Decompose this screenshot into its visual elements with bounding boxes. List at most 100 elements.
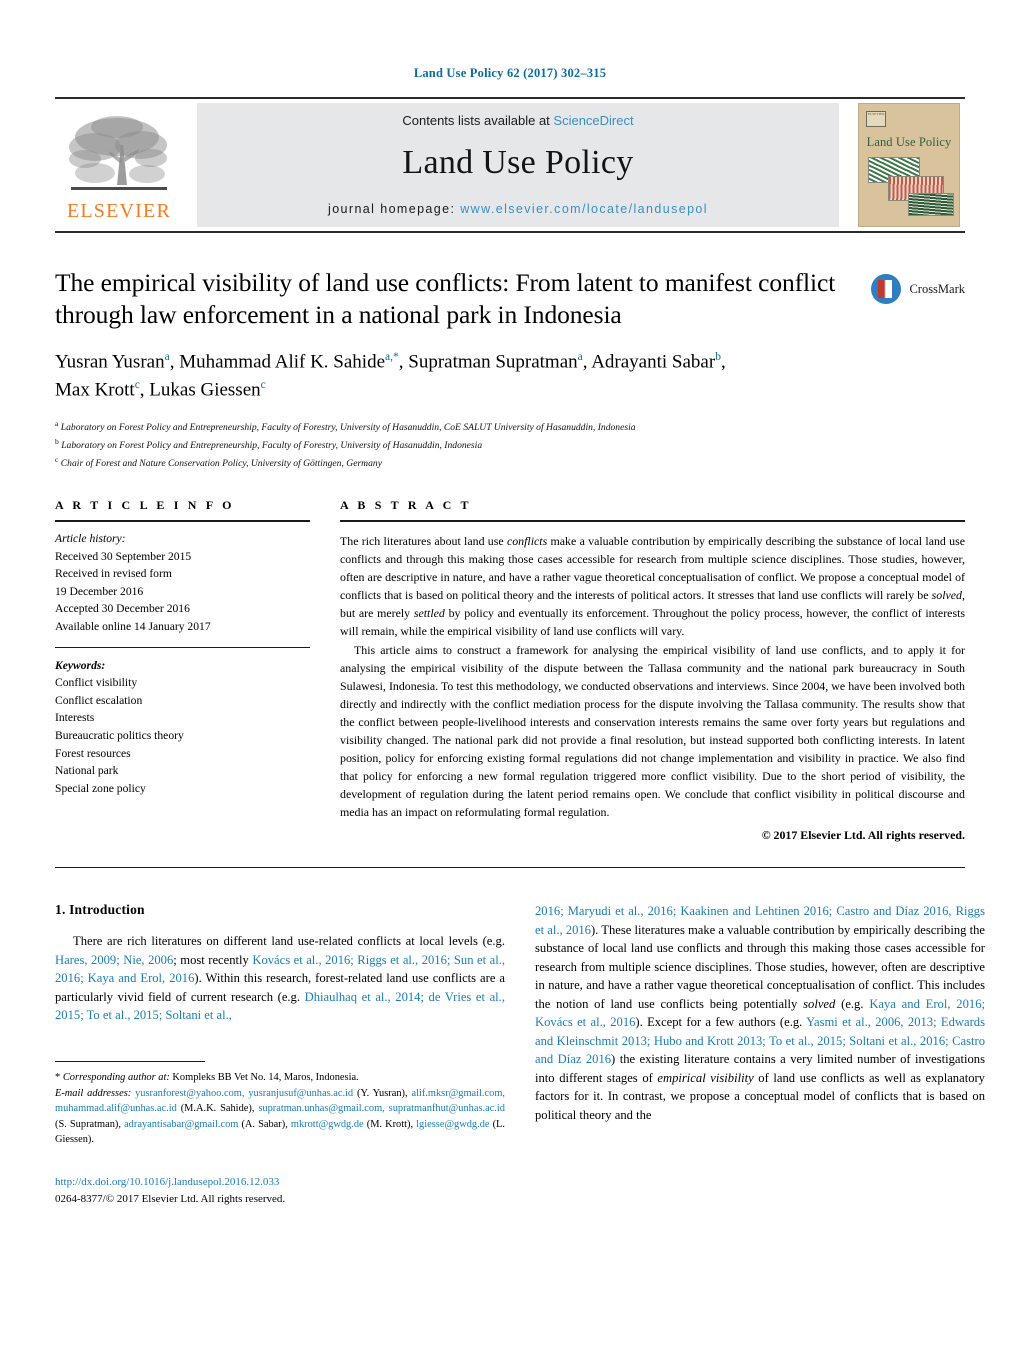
crossmark-badge[interactable]: CrossMark: [870, 273, 965, 305]
email-owner: (A. Sabar),: [238, 1118, 291, 1130]
keyword-item: Special zone policy: [55, 781, 146, 795]
elsevier-tree-icon: [65, 111, 173, 199]
history-item: 19 December 2016: [55, 584, 144, 598]
section-title-introduction: 1. Introduction: [55, 902, 145, 918]
journal-cover-thumbnail: ELSEVIER Land Use Policy: [858, 103, 960, 227]
paragraph-text: (e.g.: [835, 996, 870, 1011]
history-item: Received in revised form: [55, 567, 172, 581]
abstract-emphasis: conflicts: [506, 533, 548, 548]
email-link[interactable]: mkrott@gwdg.de: [291, 1119, 364, 1130]
corresponding-author-label: Corresponding author at:: [62, 1071, 170, 1083]
affiliation-item: a Laboratory on Forest Policy and Entrep…: [55, 418, 636, 434]
journal-banner: ELSEVIER Contents lists available at Sci…: [55, 97, 965, 227]
email-link[interactable]: lgiesse@gwdg.de: [416, 1119, 489, 1130]
homepage-prefix: journal homepage:: [328, 201, 461, 216]
abstract-paragraph: The rich literatures about land use conf…: [340, 532, 965, 641]
journal-cover-area: ELSEVIER Land Use Policy: [853, 103, 965, 227]
running-head: Land Use Policy 62 (2017) 302–315: [413, 66, 607, 80]
abstract-copyright: © 2017 Elsevier Ltd. All rights reserved…: [761, 828, 965, 843]
abstract-paragraph: This article aims to construct a framewo…: [340, 642, 965, 820]
email-owner: (S. Supratman),: [55, 1118, 125, 1130]
elsevier-wordmark: ELSEVIER: [66, 200, 172, 222]
paragraph-text: ). Except for a few authors (e.g.: [635, 1015, 807, 1030]
paragraph-emphasis: solved: [803, 996, 836, 1011]
keyword-item: Conflict escalation: [55, 693, 143, 707]
email-addresses-note: E-mail addresses: yusranforest@yahoo.com…: [55, 1086, 505, 1148]
affiliation-text: Laboratory on Forest Policy and Entrepre…: [61, 440, 483, 452]
abstract-text: The rich literatures about land use: [340, 533, 507, 548]
keywords-rule: [55, 646, 310, 648]
author-affil-mark: b: [715, 351, 721, 364]
affiliation-text: Laboratory on Forest Policy and Entrepre…: [60, 422, 636, 434]
article-info-column: A R T I C L E I N F O Article history: R…: [55, 498, 310, 844]
footnote-block: * Corresponding author at: Kompleks BB V…: [55, 1060, 505, 1207]
doi-block: http://dx.doi.org/10.1016/j.landusepol.2…: [55, 1174, 505, 1207]
abstract-emphasis: settled: [413, 606, 445, 621]
journal-homepage-link[interactable]: www.elsevier.com/locate/landusepol: [460, 202, 708, 216]
article-page: Land Use Policy 62 (2017) 302–315 ELSEVI…: [0, 0, 1020, 1351]
abstract-heading: A B S T R A C T: [340, 497, 472, 512]
author-affil-mark: c: [134, 378, 140, 391]
abstract-body: The rich literatures about land use conf…: [340, 532, 965, 822]
banner-bottom-rule: [55, 231, 965, 233]
affiliation-text: Chair of Forest and Nature Conservation …: [60, 458, 382, 470]
email-owner: (Y. Yusran),: [353, 1087, 412, 1099]
elsevier-logo: ELSEVIER: [63, 103, 175, 221]
keyword-item: Conflict visibility: [55, 676, 138, 690]
keywords-block: Keywords: Conflict visibility Conflict e…: [55, 657, 310, 798]
history-item: Received 30 September 2015: [55, 549, 192, 563]
email-link[interactable]: adrayantisabar@gmail.com: [124, 1119, 238, 1130]
journal-title: Land Use Policy: [402, 143, 634, 181]
cover-publisher-mark: ELSEVIER: [866, 111, 886, 127]
author-list: Yusran Yusrana, Muhammad Alif K. Sahidea…: [55, 351, 726, 400]
article-info-heading: A R T I C L E I N F O: [55, 497, 235, 512]
keyword-item: Bureaucratic politics theory: [55, 729, 184, 743]
abstract-rule: [340, 519, 965, 522]
author-affil-mark: a: [164, 351, 170, 364]
email-owner: (M. Krott),: [363, 1118, 417, 1130]
article-info-rule: [55, 519, 310, 522]
author-affil-mark: a,*: [385, 351, 399, 364]
journal-homepage-line: journal homepage: www.elsevier.com/locat…: [328, 202, 708, 216]
contents-list-line: Contents lists available at ScienceDirec…: [402, 113, 633, 128]
author-affil-mark: a: [577, 351, 583, 364]
crossmark-icon: [871, 274, 902, 304]
affiliation-item: b Laboratory on Forest Policy and Entrep…: [55, 436, 483, 452]
affiliations: a Laboratory on Forest Policy and Entrep…: [55, 418, 845, 472]
intro-paragraph-right: 2016; Maryudi et al., 2016; Kaakinen and…: [535, 902, 985, 1124]
doi-link[interactable]: http://dx.doi.org/10.1016/j.landusepol.2…: [55, 1174, 505, 1191]
cover-title: Land Use Policy: [866, 135, 952, 149]
body-columns: 1. Introduction There are rich literatur…: [55, 902, 985, 1207]
email-link[interactable]: yusranforest@yahoo.com, yusranjusuf@unha…: [135, 1088, 353, 1099]
footnote-marker: *: [55, 1071, 61, 1083]
cover-image-forest: [908, 193, 954, 216]
history-item: Accepted 30 December 2016: [55, 602, 190, 616]
journal-banner-center: Contents lists available at ScienceDirec…: [197, 103, 839, 227]
sciencedirect-link[interactable]: ScienceDirect: [553, 113, 633, 128]
footnote-rule: [55, 1060, 205, 1062]
contents-prefix: Contents lists available at: [402, 112, 554, 128]
title-block: CrossMark The empirical visibility of la…: [55, 267, 965, 472]
corresponding-author-address: Kompleks BB Vet No. 14, Maros, Indonesia…: [169, 1071, 359, 1083]
body-column-left: 1. Introduction There are rich literatur…: [55, 902, 505, 1207]
email-link[interactable]: supratman.unhas@gmail.com, supratmanfhut…: [258, 1103, 505, 1114]
corresponding-author-note: * Corresponding author at: Kompleks BB V…: [55, 1070, 505, 1086]
keyword-item: Forest resources: [55, 746, 131, 760]
paragraph-text: There are rich literatures on different …: [73, 934, 505, 949]
citation-link[interactable]: Hares, 2009; Nie, 2006: [55, 953, 173, 967]
email-addresses-label: E-mail addresses:: [55, 1087, 132, 1099]
paragraph-emphasis: empirical visibility: [657, 1070, 754, 1085]
author-affil-mark: c: [260, 378, 266, 391]
crossmark-label: CrossMark: [909, 281, 965, 296]
issn-copyright-line: 0264-8377/© 2017 Elsevier Ltd. All right…: [55, 1192, 286, 1205]
body-separator-rule: [55, 867, 965, 869]
paragraph-text: ; most recently: [173, 952, 253, 967]
keyword-item: Interests: [55, 711, 95, 725]
article-history-label: Article history:: [55, 531, 126, 545]
keyword-item: National park: [55, 764, 119, 778]
elsevier-logo-area: ELSEVIER: [55, 103, 183, 227]
intro-paragraph-left: There are rich literatures on different …: [55, 932, 505, 1025]
article-history: Article history: Received 30 September 2…: [55, 530, 310, 636]
abstract-emphasis: solved: [931, 588, 963, 603]
abstract-column: A B S T R A C T The rich literatures abo…: [340, 498, 965, 844]
